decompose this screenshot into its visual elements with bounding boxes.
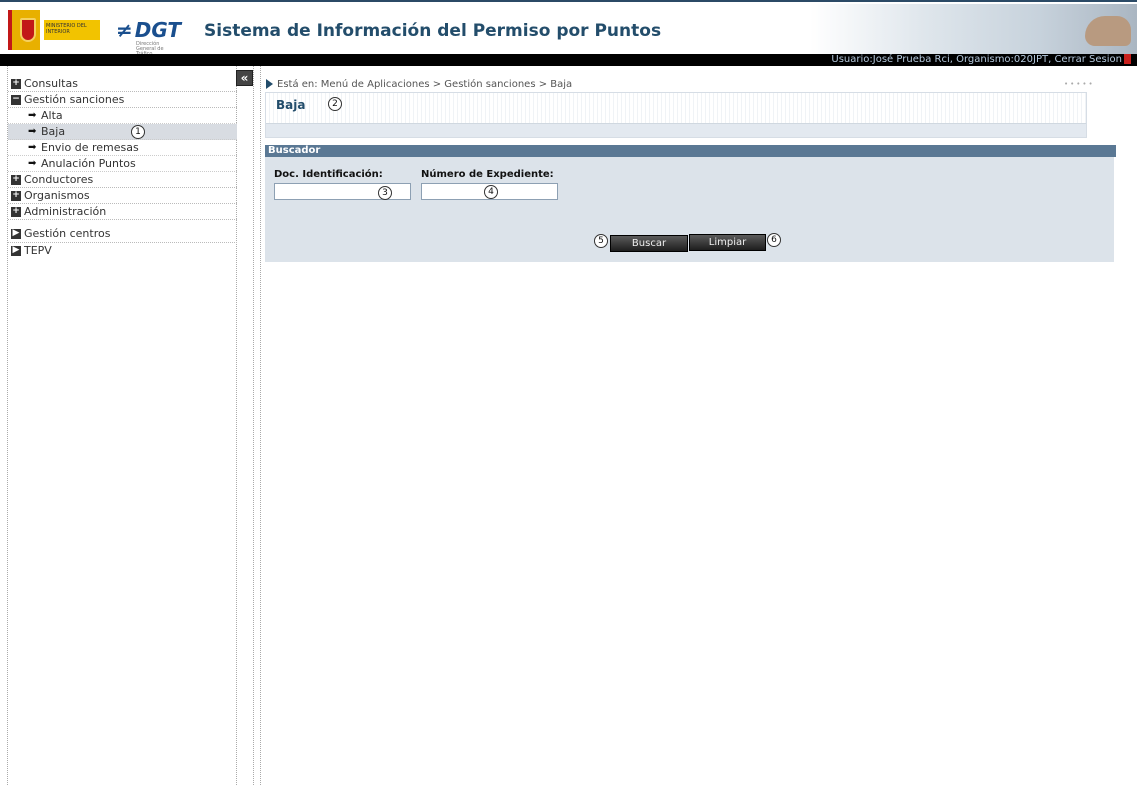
doc-identificacion-label: Doc. Identificación: (274, 169, 383, 180)
header-banner-image (810, 4, 1137, 54)
expand-icon[interactable]: + (11, 79, 21, 89)
sidebar-item-gestion-centros[interactable]: ▶ Gestión centros (8, 226, 237, 243)
hand-image (1085, 16, 1131, 46)
title-bar-underline (266, 123, 1086, 137)
sidebar-item-label[interactable]: Gestión centros (24, 227, 110, 240)
expand-icon[interactable]: + (11, 191, 21, 201)
logout-icon[interactable] (1124, 54, 1131, 64)
sidebar-subitem-alta[interactable]: ➡ Alta (8, 108, 237, 124)
sidebar-item-label[interactable]: Gestión sanciones (24, 93, 124, 106)
collapse-sidebar-button[interactable]: « (236, 70, 253, 86)
sidebar-subitem-label[interactable]: Alta (41, 109, 63, 122)
play-icon[interactable]: ▶ (11, 246, 21, 256)
callout-marker: 3 (378, 186, 392, 200)
sidebar-subitem-envio-remesas[interactable]: ➡ Envio de remesas (8, 140, 237, 156)
breadcrumb: Está en: Menú de Aplicaciones > Gestión … (266, 79, 572, 90)
logo-area: MINISTERIO DEL INTERIOR ≠ DGT Dirección G… (8, 10, 181, 57)
page-title: Baja (276, 98, 306, 112)
play-arrow-icon (266, 79, 273, 89)
dgt-logo-text: DGT (134, 18, 182, 42)
sidebar-item-label[interactable]: Conductores (24, 173, 93, 186)
sidebar-item-gestion-sanciones[interactable]: − Gestión sanciones (8, 92, 237, 108)
search-panel-header: Buscador (265, 145, 1116, 157)
sidebar-subitem-baja[interactable]: ➡ Baja 1 (8, 124, 237, 140)
ministry-name: MINISTERIO DEL INTERIOR (44, 20, 100, 40)
sidebar-subitem-label[interactable]: Envio de remesas (41, 141, 139, 154)
callout-marker: 1 (131, 125, 145, 139)
sidebar-item-consultas[interactable]: + Consultas (8, 76, 237, 92)
expand-icon[interactable]: + (11, 175, 21, 185)
sidebar-item-administracion[interactable]: + Administración (8, 204, 237, 220)
play-icon[interactable]: ▶ (11, 229, 21, 239)
app-header: MINISTERIO DEL INTERIOR ≠ DGT Dirección G… (0, 0, 1137, 57)
callout-marker: 6 (767, 233, 781, 247)
dgt-logo-mark-icon: ≠ (116, 18, 133, 42)
page-title-bar: Baja 2 (265, 92, 1087, 138)
arrow-right-icon: ➡ (28, 126, 37, 137)
callout-marker: 2 (328, 97, 342, 111)
sidebar-item-label[interactable]: Administración (24, 205, 106, 218)
clear-button[interactable]: Limpiar (689, 234, 766, 251)
user-info-text[interactable]: Usuario:José Prueba Rci, Organismo:020JP… (831, 54, 1122, 65)
sidebar-item-tepv[interactable]: ▶ TEPV (8, 243, 237, 259)
dgt-logo: ≠ DGT (116, 18, 181, 42)
sidebar-item-conductores[interactable]: + Conductores (8, 172, 237, 188)
collapse-icon[interactable]: − (11, 95, 21, 105)
coat-of-arms-icon (20, 18, 36, 42)
user-strip: Usuario:José Prueba Rci, Organismo:020JP… (0, 54, 1137, 66)
expand-icon[interactable]: + (11, 207, 21, 217)
arrow-right-icon: ➡ (28, 142, 37, 153)
sidebar-item-label[interactable]: Organismos (24, 189, 90, 202)
sidebar-subitem-label[interactable]: Baja (41, 125, 65, 138)
dots-decoration: ••••• (1064, 80, 1095, 88)
sidebar-subitem-label[interactable]: Anulación Puntos (41, 157, 136, 170)
breadcrumb-text[interactable]: Está en: Menú de Aplicaciones > Gestión … (277, 79, 572, 90)
search-button[interactable]: Buscar (610, 235, 688, 252)
callout-marker: 4 (484, 185, 498, 199)
sidebar-item-organismos[interactable]: + Organismos (8, 188, 237, 204)
numero-expediente-label: Número de Expediente: (421, 169, 554, 180)
sidebar-item-label[interactable]: Consultas (24, 77, 78, 90)
arrow-right-icon: ➡ (28, 110, 37, 121)
ministry-shield-logo (8, 10, 40, 50)
arrow-right-icon: ➡ (28, 158, 37, 169)
sidebar-item-label[interactable]: TEPV (24, 244, 52, 257)
sidebar-subitem-anulacion-puntos[interactable]: ➡ Anulación Puntos (8, 156, 237, 172)
user-info: Usuario:José Prueba Rci, Organismo:020JP… (831, 54, 1131, 66)
callout-marker: 5 (594, 234, 608, 248)
sidebar-divider (253, 66, 261, 785)
app-title: Sistema de Información del Permiso por P… (204, 21, 662, 41)
sidebar-menu: + Consultas − Gestión sanciones ➡ Alta ➡… (8, 76, 237, 259)
